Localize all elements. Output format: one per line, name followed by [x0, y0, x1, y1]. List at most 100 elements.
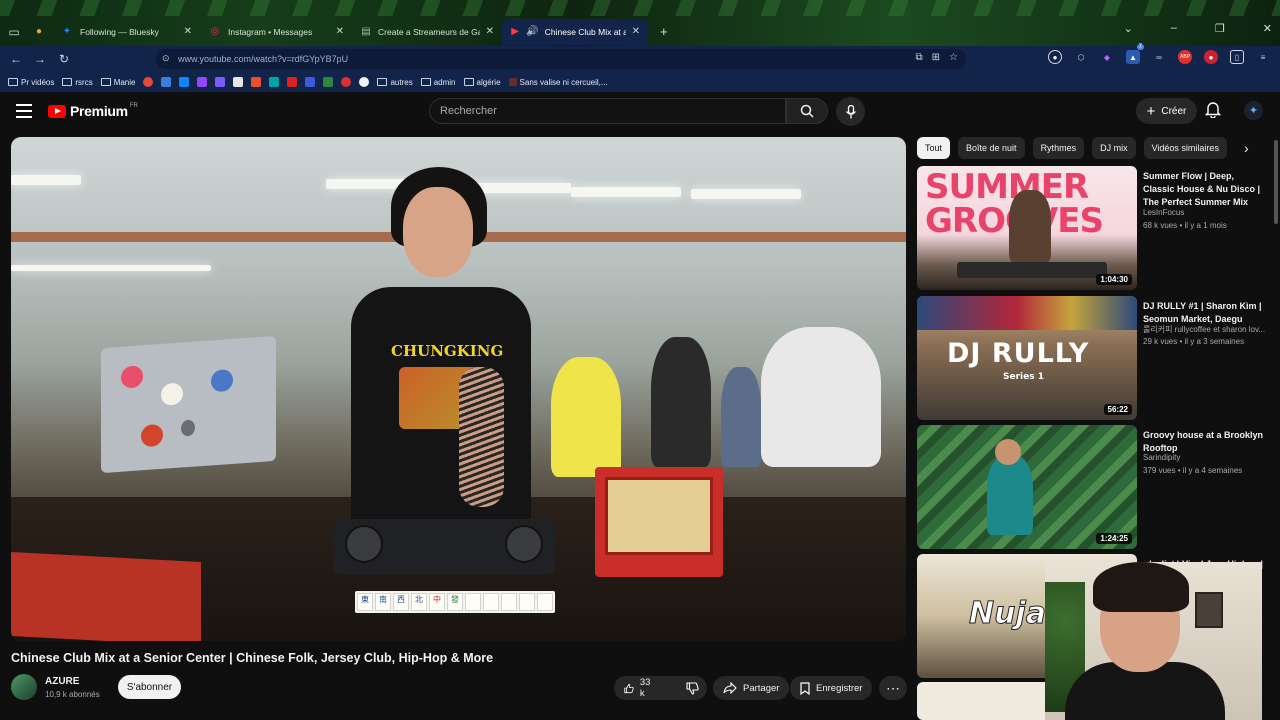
bookmark-favicon[interactable] [233, 77, 244, 87]
extension-red-icon[interactable]: ● [1204, 50, 1218, 64]
account-avatar[interactable]: ✦ [1244, 101, 1263, 120]
channel-avatar[interactable] [11, 674, 37, 700]
duration-badge: 56:22 [1103, 404, 1132, 415]
recommendation-title[interactable]: DJ RULLY #1 | Sharon Kim | Seomun Market… [1143, 300, 1267, 326]
like-button[interactable]: 33 k [614, 676, 664, 700]
tab-bluesky[interactable]: ✦ Following — Bluesky ✕ [52, 19, 200, 45]
bookmark-favicon[interactable] [341, 77, 352, 87]
notifications-bell-icon[interactable] [1204, 101, 1222, 123]
tab-overview-icon[interactable]: ▭ [2, 25, 26, 39]
search-input[interactable]: Rechercher [429, 98, 786, 124]
reload-icon[interactable]: ↻ [52, 52, 76, 66]
mahjong-tile [537, 593, 553, 611]
bookmark-favicon[interactable] [215, 77, 226, 87]
recommendation-item[interactable]: 1:24:25 Groovy house at a Brooklyn Rooft… [917, 425, 1267, 549]
close-icon[interactable]: ✕ [336, 26, 344, 37]
close-icon[interactable]: ✕ [632, 26, 640, 37]
bookmark-favicon[interactable] [251, 77, 262, 87]
dislike-button[interactable] [676, 676, 709, 700]
extension-diamond-icon[interactable]: ◆ [1100, 50, 1114, 64]
share-label: Partager [743, 682, 780, 694]
bookmark-link-sans-valise[interactable]: Sans valise ni cercueil,... [508, 78, 608, 87]
bookmark-star-icon[interactable]: ☆ [949, 52, 958, 63]
sidebar-toggle-icon[interactable]: ▯ [1230, 50, 1244, 64]
extensions-puzzle-icon[interactable]: ⬡ [1074, 50, 1088, 64]
create-button[interactable]: + Créer [1136, 98, 1197, 124]
recommendation-thumbnail[interactable]: 1:24:25 [917, 425, 1137, 549]
bookmark-favicon[interactable] [143, 77, 154, 87]
tab-list-chevron-icon[interactable]: ⌄ [1124, 22, 1133, 35]
bookmark-folder-manie[interactable]: Manie [100, 78, 135, 87]
recommendation-item[interactable]: SUMMER GROOVES 1:04:30 Summer Flow | Dee… [917, 166, 1267, 290]
more-actions-button[interactable]: ⋯ [879, 676, 907, 700]
youtube-premium-logo[interactable]: Premium FR [48, 103, 138, 119]
recommendation-title[interactable]: Groovy house at a Brooklyn Rooftop [1143, 429, 1267, 455]
tab-create-streameurs[interactable]: ▤ Create a Streameurs de Gauch ✕ [352, 19, 502, 45]
share-button[interactable]: Partager [713, 676, 790, 700]
bookmark-folder-autres[interactable]: autres [377, 78, 413, 87]
chevron-right-icon[interactable]: › [1244, 140, 1249, 156]
logo-region: FR [129, 103, 138, 109]
recommendation-thumbnail[interactable]: SUMMER GROOVES 1:04:30 [917, 166, 1137, 290]
speaker-icon[interactable]: 🔊 [526, 25, 538, 39]
jog-wheel [345, 525, 383, 563]
forward-icon[interactable]: → [28, 52, 52, 66]
address-bar[interactable]: ⊙ www.youtube.com/watch?v=rdfGYpYB7pU ⧉ … [156, 49, 966, 69]
back-icon[interactable]: ← [4, 52, 28, 66]
chip-dj-mix[interactable]: DJ mix [1092, 137, 1136, 159]
adblock-icon[interactable]: ABP [1178, 50, 1192, 64]
chip-similar-videos[interactable]: Vidéos similaires [1143, 137, 1227, 159]
bookmark-folder-algerie[interactable]: algérie [463, 78, 501, 87]
extension-badge-icon[interactable]: ▲ 7 [1126, 44, 1144, 64]
tab-youtube-active[interactable]: ▶ 🔊 Chinese Club Mix at a Senior ✕ [502, 18, 648, 45]
new-tab-button[interactable]: + [660, 24, 668, 39]
mahjong-box-label [605, 477, 713, 555]
menu-icon[interactable]: ≡ [1256, 50, 1270, 64]
close-icon[interactable]: ✕ [184, 26, 192, 37]
recommendation-thumbnail[interactable]: DJ RULLY Series 1 56:22 [917, 296, 1137, 420]
channel-name[interactable]: AZURE [45, 676, 79, 687]
chip-all[interactable]: Tout [917, 137, 951, 159]
maximize-icon[interactable]: ❐ [1215, 22, 1225, 35]
cast-icon[interactable]: ⧉ [916, 52, 923, 63]
subscribe-button[interactable]: S'abonner [118, 675, 181, 699]
recommendation-meta: 29 k vues • il y a 3 semaines [1143, 337, 1245, 346]
minimize-icon[interactable]: – [1171, 22, 1177, 35]
recommendation-title[interactable]: Summer Flow | Deep, Classic House & Nu D… [1143, 170, 1267, 209]
search-button[interactable] [786, 98, 828, 124]
bookmark-favicon[interactable] [269, 77, 280, 87]
bookmark-folder-rsrcs[interactable]: rsrcs [62, 78, 93, 87]
tab-instagram[interactable]: ◎ Instagram • Messages ✕ [200, 19, 352, 45]
bookmark-folder-admin[interactable]: admin [420, 78, 456, 87]
chip-nightclub[interactable]: Boîte de nuit [958, 137, 1025, 159]
account-icon[interactable]: ● [1048, 50, 1062, 64]
apple-logo-icon [181, 419, 195, 437]
bookmark-favicon[interactable] [161, 77, 172, 87]
recommendation-meta: 68 k vues • il y a 1 mois [1143, 221, 1227, 230]
bookmark-favicon[interactable] [197, 77, 208, 87]
bookmark-favicon[interactable] [305, 77, 316, 87]
recommendation-channel[interactable]: Sarindipity [1143, 453, 1267, 462]
recommendation-channel[interactable]: 룰리커피 rullycoffee et sharon lov... [1143, 324, 1267, 335]
recommendation-item[interactable]: DJ RULLY Series 1 56:22 DJ RULLY #1 | Sh… [917, 296, 1267, 420]
extension-glasses-icon[interactable]: ∞ [1152, 50, 1166, 64]
browser-menu-icon[interactable]: ● [32, 25, 46, 39]
close-window-icon[interactable]: ✕ [1263, 22, 1272, 35]
close-icon[interactable]: ✕ [486, 26, 494, 37]
tab-label: Chinese Club Mix at a Senior [544, 26, 626, 37]
voice-search-button[interactable] [836, 97, 865, 126]
bookmark-favicon[interactable] [179, 77, 190, 87]
site-info-icon[interactable]: ⊙ [162, 53, 170, 64]
bookmark-favicon[interactable] [287, 77, 298, 87]
bookmark-favicon[interactable] [359, 77, 370, 87]
hamburger-menu-icon[interactable] [16, 104, 32, 118]
sidebar-scrollbar[interactable] [1274, 140, 1278, 224]
shirt-print-text: CHUNGKING [391, 342, 504, 360]
recommendation-channel[interactable]: LesInFocus [1143, 208, 1267, 217]
install-icon[interactable]: ⊞ [932, 52, 940, 63]
bookmark-favicon[interactable] [323, 77, 334, 87]
video-player[interactable]: CHUNGKING 東 南 西 北 中 發 [11, 137, 906, 641]
bookmark-folder-pr-videos[interactable]: Pr vidéos [8, 78, 54, 87]
chip-rhythms[interactable]: Rythmes [1032, 137, 1085, 159]
save-button[interactable]: Enregistrer [790, 676, 873, 700]
